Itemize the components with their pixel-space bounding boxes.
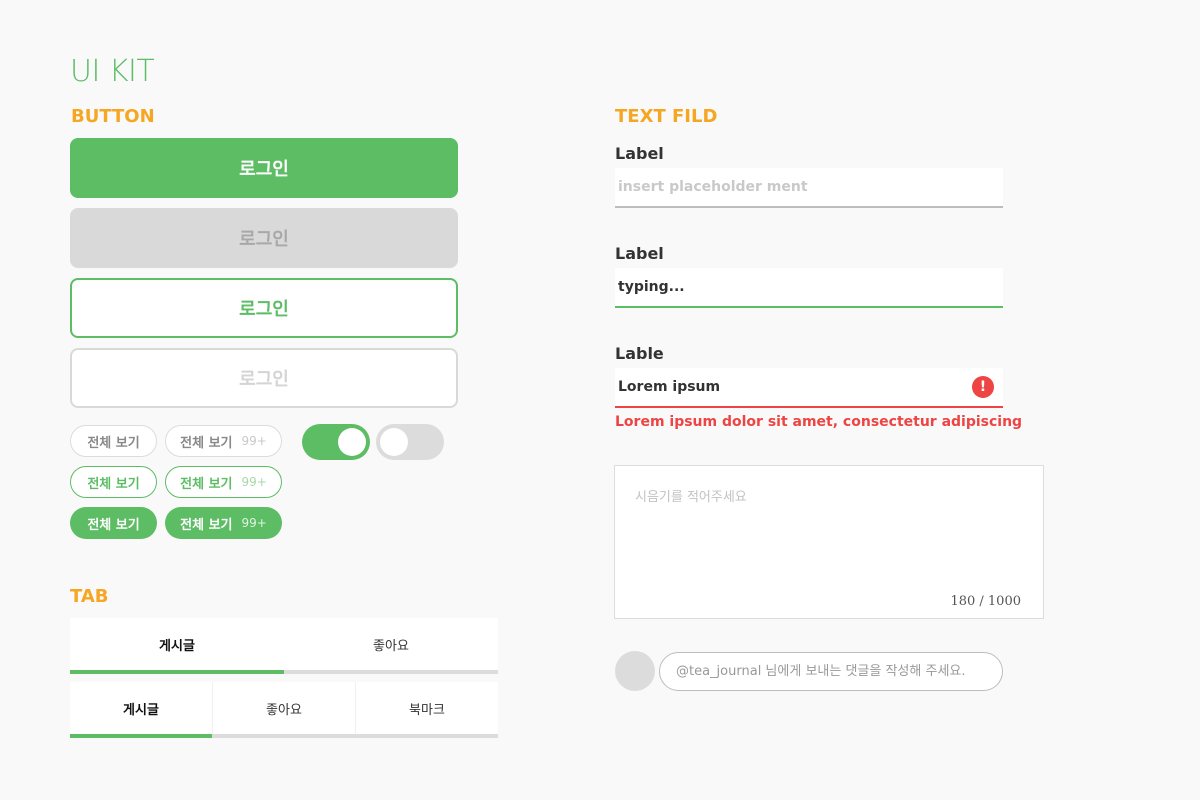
chip-label: 전체 보기 <box>87 476 140 492</box>
field-label-error: Lable <box>615 344 664 363</box>
tab-track-three <box>70 734 498 738</box>
toggle-knob <box>338 428 366 456</box>
field-label-focused: Label <box>615 244 664 263</box>
tab-bookmarks[interactable]: 북마크 <box>356 682 498 734</box>
section-title-text-field: TEXT FILD <box>615 106 718 127</box>
login-button-outline-disabled[interactable]: 로그인 <box>70 348 458 408</box>
login-button-outline[interactable]: 로그인 <box>70 278 458 338</box>
error-input[interactable] <box>618 379 972 395</box>
tab-bar-three: 게시글 좋아요 북마크 <box>70 682 498 734</box>
avatar <box>615 651 655 691</box>
toggle-switch-off[interactable] <box>376 424 444 460</box>
tab-track-two <box>70 670 498 674</box>
chip-label: 전체 보기 <box>87 517 140 533</box>
login-button-primary[interactable]: 로그인 <box>70 138 458 198</box>
page-title: UI KIT <box>70 54 155 89</box>
chip-label: 전체 보기 <box>180 517 233 533</box>
field-label-default: Label <box>615 144 664 163</box>
focused-input[interactable] <box>618 279 1000 295</box>
view-all-chip-filled[interactable]: 전체 보기 <box>70 507 157 539</box>
tab-posts[interactable]: 게시글 <box>70 682 213 734</box>
chip-label: 전체 보기 <box>180 435 233 451</box>
text-field-focused[interactable] <box>615 268 1003 308</box>
view-all-count-chip-grey[interactable]: 전체 보기 99+ <box>165 425 282 457</box>
view-all-chip-grey[interactable]: 전체 보기 <box>70 425 157 457</box>
tab-bar-two: 게시글 좋아요 <box>70 618 498 670</box>
view-all-count-chip-filled[interactable]: 전체 보기 99+ <box>165 507 282 539</box>
section-title-button: BUTTON <box>71 106 155 127</box>
view-all-chip-outline[interactable]: 전체 보기 <box>70 466 157 498</box>
tab-active-indicator <box>70 670 284 674</box>
comment-input[interactable] <box>676 664 986 679</box>
comment-input-box[interactable] <box>659 652 1003 691</box>
chip-count: 99+ <box>241 516 267 530</box>
text-field-error[interactable]: ! <box>615 368 1003 408</box>
default-input[interactable] <box>618 179 1000 195</box>
view-all-count-chip-outline[interactable]: 전체 보기 99+ <box>165 466 282 498</box>
error-message: Lorem ipsum dolor sit amet, consectetur … <box>615 414 1023 430</box>
tasting-note-textarea[interactable] <box>635 486 1025 586</box>
tasting-note-textarea-box: 180 / 1000 <box>614 465 1044 619</box>
text-field-default[interactable] <box>615 168 1003 208</box>
tab-active-indicator <box>70 734 212 738</box>
chip-count: 99+ <box>241 475 267 489</box>
section-title-tab: TAB <box>70 586 109 607</box>
toggle-switch-on[interactable] <box>302 424 370 460</box>
login-button-disabled[interactable]: 로그인 <box>70 208 458 268</box>
chip-label: 전체 보기 <box>87 435 140 451</box>
tab-posts[interactable]: 게시글 <box>70 618 284 670</box>
toggle-knob <box>380 428 408 456</box>
character-counter: 180 / 1000 <box>950 594 1021 609</box>
chip-count: 99+ <box>241 434 267 448</box>
tab-likes[interactable]: 좋아요 <box>213 682 356 734</box>
tab-likes[interactable]: 좋아요 <box>284 618 498 670</box>
error-alert-icon: ! <box>972 376 994 398</box>
chip-label: 전체 보기 <box>180 476 233 492</box>
